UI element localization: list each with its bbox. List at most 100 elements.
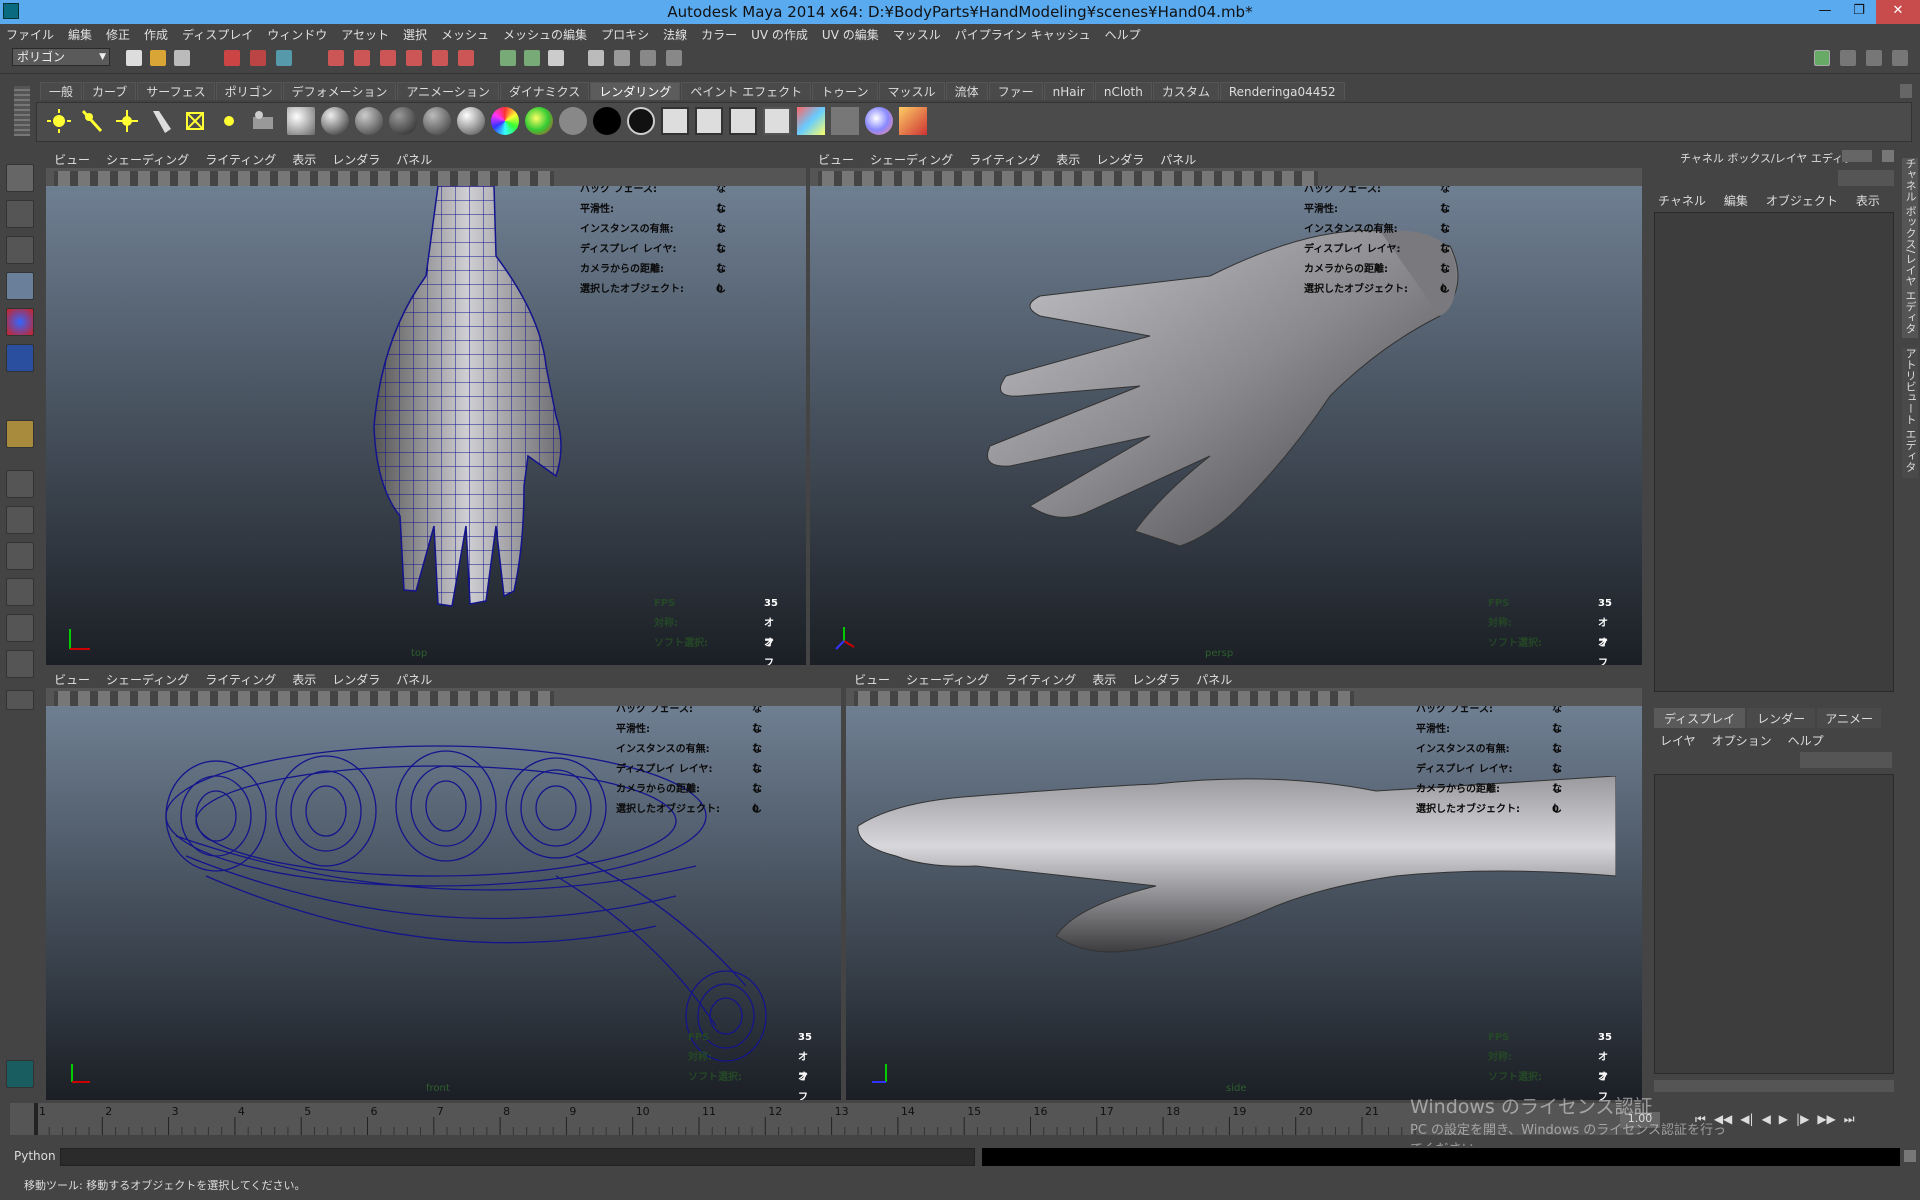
phongE-icon[interactable] [389, 107, 417, 135]
minimize-button[interactable]: — [1808, 0, 1842, 24]
layer-menu-help[interactable]: ヘルプ [1788, 732, 1824, 749]
shelf-tab-nhair[interactable]: nHair [1043, 82, 1094, 100]
mode-selector[interactable]: ポリゴン ▼ [12, 48, 110, 66]
menu-proxy[interactable]: プロキシ [601, 26, 649, 43]
channel-menu-object[interactable]: オブジェクト [1766, 192, 1838, 209]
current-time-marker[interactable] [34, 1103, 38, 1135]
layout-single-icon[interactable] [6, 470, 34, 498]
menu-normals[interactable]: 法線 [663, 26, 687, 43]
command-input[interactable] [60, 1148, 975, 1166]
select-component-icon[interactable] [276, 50, 292, 66]
viewport-canvas[interactable]: バック フェース: なし 平滑性: なし インスタンスの有無: なし ディスプレイ レ… [846, 706, 1642, 1100]
layer-tab-anim[interactable]: アニメー [1817, 708, 1881, 728]
command-language[interactable]: Python [14, 1149, 56, 1163]
select-hierarchy-icon[interactable] [224, 50, 240, 66]
menu-edit-uvs[interactable]: UV の編集 [822, 26, 879, 43]
clapper-batch-icon[interactable] [729, 107, 757, 135]
menu-file[interactable]: ファイル [6, 26, 54, 43]
menu-create-uvs[interactable]: UV の作成 [751, 26, 808, 43]
lambert-icon[interactable] [287, 107, 315, 135]
select-tool-icon[interactable] [6, 164, 34, 192]
layout-side-by-side-icon[interactable] [6, 542, 34, 570]
shelf-tab-muscle[interactable]: マッスル [878, 82, 945, 100]
attribute-editor-toggle-icon[interactable] [1840, 50, 1856, 66]
panel-menu-panels[interactable]: パネル [1160, 151, 1196, 168]
menu-window[interactable]: ウィンドウ [267, 26, 327, 43]
phong-icon[interactable] [355, 107, 383, 135]
panel-menu-shading[interactable]: シェーディング [870, 151, 953, 168]
viewport-canvas[interactable]: バック フェース: なし 平滑性: なし インスタンスの有無: なし ディスプレイ レ… [46, 706, 841, 1100]
panel-menu-shading[interactable]: シェーディング [106, 671, 189, 688]
shelf-tab-curves[interactable]: カーブ [83, 82, 137, 100]
show-channel-box-icon[interactable] [1814, 50, 1830, 66]
panel-menu-show[interactable]: 表示 [292, 671, 316, 688]
surface-shader-icon[interactable] [525, 107, 553, 135]
panel-menu-renderer[interactable]: レンダラ [332, 151, 380, 168]
open-scene-icon[interactable] [150, 50, 166, 66]
channel-box-tools-icon[interactable] [1838, 170, 1894, 186]
lasso-tool-icon[interactable] [6, 200, 34, 228]
menu-color[interactable]: カラー [701, 26, 737, 43]
menu-pipeline-cache[interactable]: パイプライン キャッシュ [955, 26, 1091, 43]
shelf-tab-paint-effects[interactable]: ペイント エフェクト [681, 82, 812, 100]
layer-list[interactable] [1654, 774, 1894, 1074]
spot-light-icon[interactable] [147, 107, 175, 135]
clapper-render-icon[interactable] [661, 107, 689, 135]
menu-assets[interactable]: アセット [341, 26, 389, 43]
shelf-tab-rendering[interactable]: レンダリング [590, 82, 681, 100]
panel-menu-shading[interactable]: シェーディング [106, 151, 189, 168]
point-light-icon[interactable] [113, 107, 141, 135]
ipr-render-icon[interactable] [614, 50, 630, 66]
layer-tab-display[interactable]: ディスプレイ [1654, 708, 1746, 728]
viewport-side[interactable]: ビュー シェーディング ライティング 表示 レンダラ パネル バック フェース:… [846, 670, 1642, 1100]
use-background-icon[interactable] [559, 107, 587, 135]
panel-menu-lighting[interactable]: ライティング [1005, 671, 1076, 688]
layout-more-icon[interactable] [6, 690, 34, 710]
new-scene-icon[interactable] [126, 50, 142, 66]
panel-menu-view[interactable]: ビュー [818, 151, 854, 168]
layered-shader-icon[interactable] [457, 107, 485, 135]
side-tab-channel-box[interactable]: チャネル ボックス/レイヤ エディタ [1902, 158, 1918, 338]
shelf-tab-renderinga[interactable]: Renderinga04452 [1219, 82, 1345, 100]
render-node-icon[interactable] [249, 107, 277, 135]
panel-toolbar[interactable] [846, 688, 1642, 706]
snap-grid-icon[interactable] [328, 50, 344, 66]
panel-menu-renderer[interactable]: レンダラ [1096, 151, 1144, 168]
menu-muscle[interactable]: マッスル [893, 26, 941, 43]
hypershade-shelf-icon[interactable] [797, 107, 825, 135]
render-region-icon[interactable] [831, 107, 859, 135]
shading-map-icon[interactable] [627, 107, 655, 135]
shelf-tab-ncloth[interactable]: nCloth [1094, 82, 1152, 100]
menu-display[interactable]: ディスプレイ [182, 26, 253, 43]
render-settings-icon[interactable] [640, 50, 656, 66]
layer-menu-options[interactable]: オプション [1712, 732, 1772, 749]
layer-scrollbar[interactable] [1654, 1080, 1894, 1092]
shelf-tab-polygons[interactable]: ポリゴン [215, 82, 282, 100]
select-object-icon[interactable] [250, 50, 266, 66]
layout-hypershade-icon[interactable] [6, 650, 34, 678]
layer-buttons-icon[interactable] [1800, 752, 1892, 768]
shelf-tab-fluids[interactable]: 流体 [945, 82, 988, 100]
panel-toolbar[interactable] [810, 168, 1642, 186]
step-forward-key-icon[interactable]: ▶▶ [1817, 1112, 1835, 1130]
panel-menu-shading[interactable]: シェーディング [906, 671, 989, 688]
float-panel-icon[interactable] [1842, 150, 1872, 162]
channel-list[interactable] [1654, 212, 1894, 692]
panel-menu-lighting[interactable]: ライティング [205, 151, 276, 168]
render-settings-shelf-icon[interactable] [763, 107, 791, 135]
panel-menu-view[interactable]: ビュー [854, 671, 890, 688]
viewport-front[interactable]: ビュー シェーディング ライティング 表示 レンダラ パネル バック フェース:… [46, 670, 841, 1100]
shelf-tab-deformation[interactable]: デフォメーション [282, 82, 397, 100]
channel-menu-edit[interactable]: 編集 [1724, 192, 1748, 209]
soft-mod-tool-icon[interactable] [6, 420, 34, 448]
side-tab-attribute-editor[interactable]: アトリビュート エディタ [1902, 348, 1918, 478]
directional-light-icon[interactable] [79, 107, 107, 135]
snap-point-icon[interactable] [380, 50, 396, 66]
viewport-canvas[interactable]: バック フェース: なし 平滑性: なし インスタンスの有無: なし ディスプレイ レ… [810, 186, 1642, 665]
menu-edit-mesh[interactable]: メッシュの編集 [503, 26, 587, 43]
panel-toolbar[interactable] [46, 688, 841, 706]
ambient-light-icon[interactable] [45, 107, 73, 135]
paint-select-tool-icon[interactable] [6, 236, 34, 264]
render-current-icon[interactable] [548, 50, 564, 66]
panel-menu-panels[interactable]: パネル [1196, 671, 1232, 688]
